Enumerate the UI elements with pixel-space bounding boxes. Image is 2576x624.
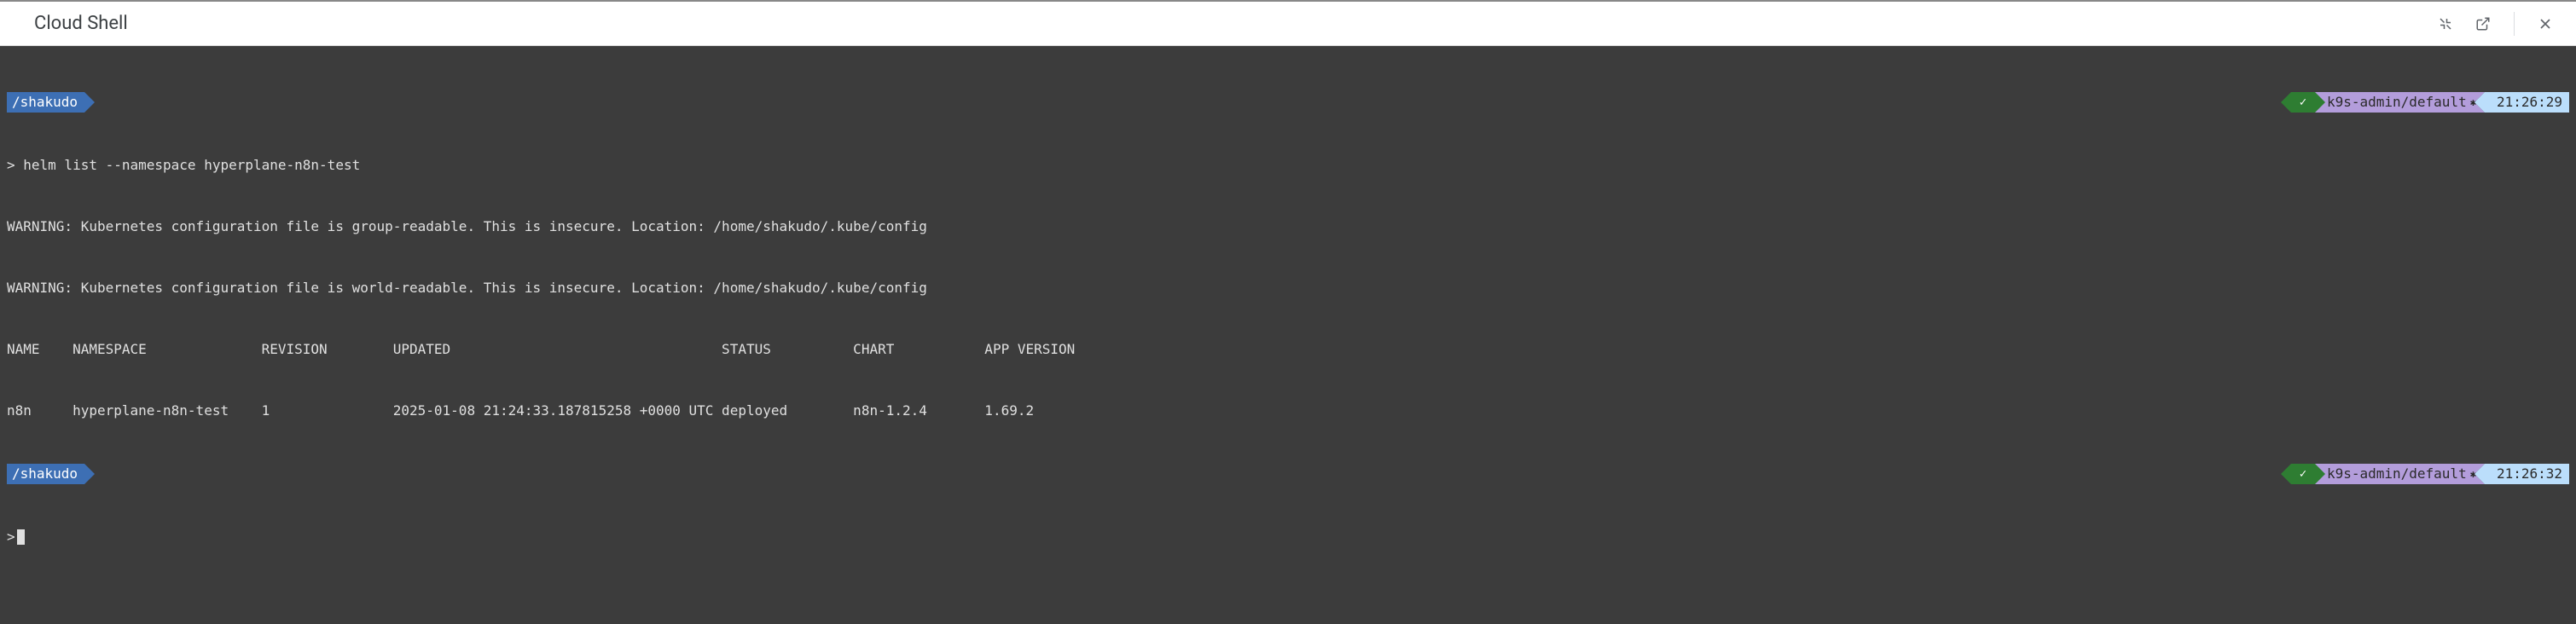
open-new-icon[interactable] bbox=[2473, 14, 2493, 34]
header-title: Cloud Shell bbox=[34, 13, 128, 34]
cloud-shell-header: Cloud Shell bbox=[0, 0, 2576, 46]
command-line-1: > helm list --namespace hyperplane-n8n-t… bbox=[7, 155, 2569, 176]
prompt-line-2: /shakudo ✓ k9s-admin/default✱ 21:26:32 bbox=[7, 464, 2569, 484]
prompt-path-segment: /shakudo bbox=[7, 464, 84, 484]
prompt-left-2: /shakudo bbox=[7, 464, 84, 484]
warning-line-1: WARNING: Kubernetes configuration file i… bbox=[7, 217, 2569, 237]
table-header: NAME NAMESPACE REVISION UPDATED STATUS C… bbox=[7, 339, 2569, 360]
header-actions bbox=[2435, 12, 2556, 36]
prompt-status-segment: ✓ bbox=[2291, 464, 2315, 484]
minimize-icon[interactable] bbox=[2435, 14, 2456, 34]
prompt-path-segment: /shakudo bbox=[7, 92, 84, 113]
terminal-cursor bbox=[17, 529, 25, 545]
prompt-status-segment: ✓ bbox=[2291, 92, 2315, 113]
prompt-left-1: /shakudo bbox=[7, 92, 84, 113]
command-line-2: > bbox=[7, 527, 2569, 547]
prompt-context-segment: k9s-admin/default✱ bbox=[2315, 92, 2485, 113]
check-icon: ✓ bbox=[2300, 94, 2306, 112]
prompt-right-2: ✓ k9s-admin/default✱ 21:26:32 bbox=[2291, 464, 2569, 484]
terminal-area[interactable]: /shakudo ✓ k9s-admin/default✱ 21:26:29 >… bbox=[0, 46, 2576, 624]
prompt-time-segment: 21:26:32 bbox=[2485, 464, 2569, 484]
prompt-right-1: ✓ k9s-admin/default✱ 21:26:29 bbox=[2291, 92, 2569, 113]
prompt-caret: > bbox=[7, 527, 15, 547]
close-icon[interactable] bbox=[2535, 14, 2556, 34]
header-divider bbox=[2514, 12, 2515, 36]
prompt-line-1: /shakudo ✓ k9s-admin/default✱ 21:26:29 bbox=[7, 92, 2569, 113]
warning-line-2: WARNING: Kubernetes configuration file i… bbox=[7, 278, 2569, 298]
context-label: k9s-admin/default bbox=[2327, 92, 2467, 113]
context-label: k9s-admin/default bbox=[2327, 464, 2467, 484]
prompt-context-segment: k9s-admin/default✱ bbox=[2315, 464, 2485, 484]
table-row: n8n hyperplane-n8n-test 1 2025-01-08 21:… bbox=[7, 401, 2569, 421]
prompt-time-segment: 21:26:29 bbox=[2485, 92, 2569, 113]
check-icon: ✓ bbox=[2300, 465, 2306, 483]
